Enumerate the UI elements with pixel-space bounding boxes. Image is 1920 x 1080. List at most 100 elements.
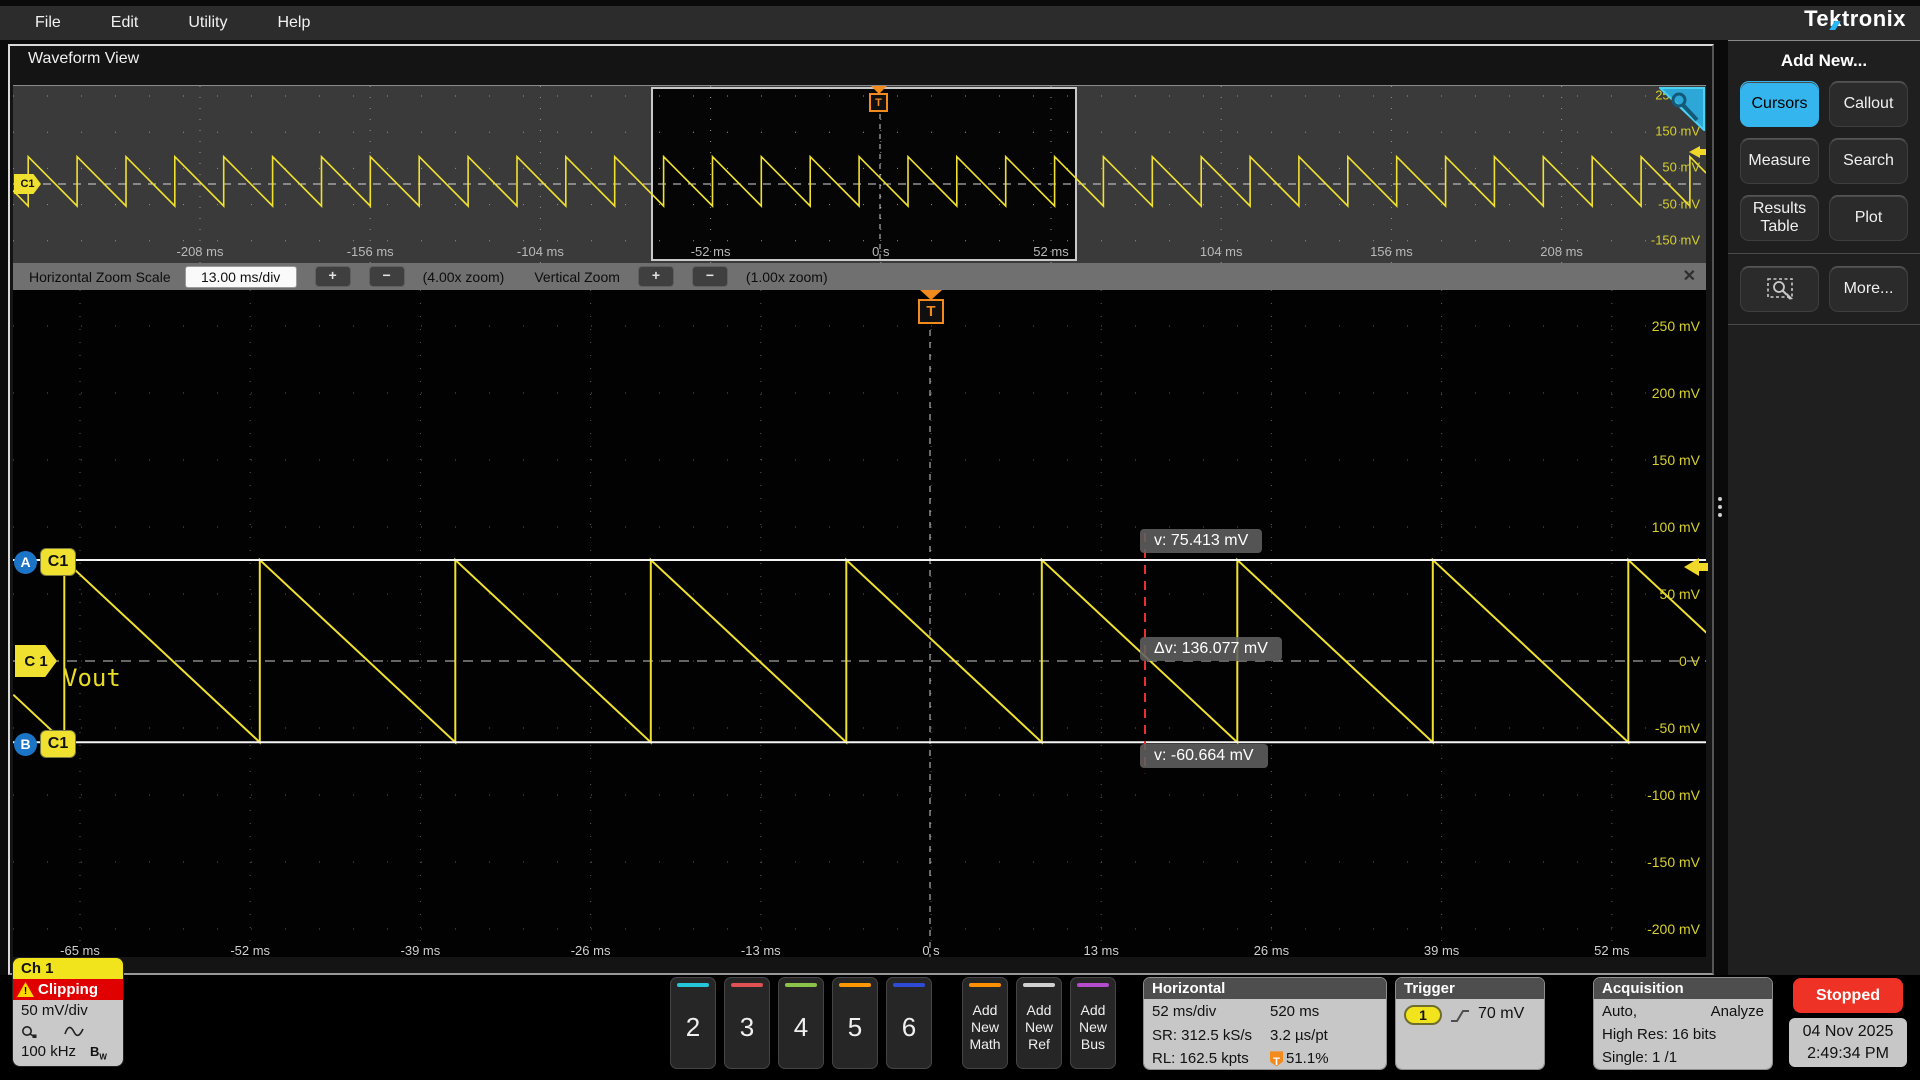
add-button-label: Add New Bus	[1078, 1002, 1107, 1052]
panel-drag-handle[interactable]	[1718, 497, 1722, 517]
channel-1-badge[interactable]: Ch 1 ! Clipping 50 mV/div 100 kHz BW	[13, 958, 123, 1066]
menu-utility[interactable]: Utility	[188, 14, 227, 32]
more-button[interactable]: More...	[1829, 266, 1908, 312]
menu-bar: File Edit Utility Help	[0, 6, 1920, 40]
v-zoom-plus-button[interactable]: +	[637, 266, 674, 287]
channel-number: 2	[685, 1012, 701, 1042]
horizontal-panel[interactable]: Horizontal 52 ms/div 520 ms SR: 312.5 kS…	[1143, 977, 1387, 1070]
main-waveform-canvas[interactable]	[13, 290, 1706, 957]
h-zoom-plus-button[interactable]: +	[314, 266, 351, 287]
window-title: Waveform View	[28, 50, 140, 67]
v-zoom-minus-button[interactable]: −	[691, 266, 728, 287]
trigger-slope-icon	[1451, 1010, 1469, 1022]
trigger-panel-title: Trigger	[1396, 978, 1544, 999]
sidebar-button-label: Search	[1843, 151, 1894, 169]
cursor-b-tag[interactable]: B C1	[14, 730, 76, 758]
cursor-a-readout[interactable]: v: 75.413 mV	[1140, 529, 1263, 553]
trigger-source-badge: 1	[1404, 1005, 1442, 1025]
logo-text: Te	[1804, 6, 1830, 31]
arrow-left-icon	[1684, 558, 1699, 576]
menu-help[interactable]: Help	[277, 14, 310, 32]
sidebar-button[interactable]: Callout	[1829, 81, 1908, 127]
sidebar-button[interactable]: Measure	[1740, 138, 1819, 184]
main-plot[interactable]	[13, 290, 1706, 957]
acquisition-panel[interactable]: Acquisition Auto, Analyze High Res: 16 b…	[1593, 977, 1773, 1070]
h-zoom-minus-button[interactable]: −	[368, 266, 405, 287]
horizontal-position: T 51.1%	[1270, 1047, 1386, 1069]
horizontal-panel-title: Horizontal	[1144, 978, 1386, 999]
add-button-label: Add New Math	[969, 1002, 1001, 1052]
sidebar-button-label: Cursors	[1751, 94, 1808, 112]
cursor-b-letter: B	[14, 732, 37, 756]
v-zoom-factor: (1.00x zoom)	[745, 268, 828, 285]
trigger-panel[interactable]: Trigger 1 70 mV	[1395, 977, 1545, 1070]
sidebar-button[interactable]: Cursors	[1740, 81, 1819, 127]
add-waveform-button[interactable]: Add New Bus	[1070, 977, 1116, 1069]
acquisition-single: Single: 1 /1	[1602, 1049, 1678, 1066]
add-waveform-button[interactable]: Add New Math	[962, 977, 1008, 1069]
sidebar-tool-row: More...	[1728, 266, 1920, 312]
h-zoom-factor: (4.00x zoom)	[422, 268, 505, 285]
acquisition-resolution: High Res: 16 bits	[1602, 1026, 1717, 1043]
overview-trigger-level-arrow[interactable]	[1689, 146, 1706, 158]
date-time-box[interactable]: 04 Nov 2025 2:49:34 PM	[1789, 1018, 1907, 1067]
acquisition-panel-title: Acquisition	[1594, 978, 1772, 999]
channel-button[interactable]: 6	[886, 977, 932, 1069]
sidebar-button-label: Callout	[1843, 94, 1894, 112]
zoom-bar-close-icon[interactable]: ✕	[1683, 266, 1696, 286]
channel-button[interactable]: 3	[724, 977, 770, 1069]
sidebar-title: Add New...	[1780, 51, 1868, 70]
horizontal-panel-body: 52 ms/div 520 ms SR: 312.5 kS/s 3.2 µs/p…	[1144, 999, 1386, 1069]
menu-file[interactable]: File	[35, 14, 61, 32]
oscilloscope-app: File Edit Utility Help Tektronix Wavefor…	[0, 0, 1920, 1080]
channel-1-bandwidth: 100 kHz	[21, 1043, 77, 1060]
zoom-select-button[interactable]	[1740, 266, 1819, 312]
menu-edit[interactable]: Edit	[111, 14, 139, 32]
overview-plot[interactable]	[13, 85, 1706, 263]
run-stop-status-button[interactable]: Stopped	[1793, 978, 1903, 1013]
cursor-a-letter: A	[14, 550, 37, 574]
channel-1-settings: 50 mV/div 100 kHz BW	[13, 1000, 123, 1066]
bandwidth-limit-icon: BW	[90, 1044, 107, 1062]
coupling-sine-icon	[64, 1026, 84, 1036]
h-zoom-scale-input[interactable]: 13.00 ms/div	[184, 265, 297, 288]
channel-button[interactable]: 4	[778, 977, 824, 1069]
logo-text: tronix	[1841, 6, 1906, 31]
probe-icon	[22, 1025, 37, 1038]
more-button-label: More...	[1843, 279, 1894, 297]
sidebar-divider	[1728, 324, 1920, 325]
cursor-a-channel: C1	[40, 548, 76, 576]
channel-number: 3	[739, 1012, 755, 1042]
trigger-t-badge: T	[918, 299, 944, 324]
logo-k-accent: k	[1829, 6, 1842, 31]
add-new-sidebar: Add New... Cursors Callout Measure Search Re…	[1728, 40, 1920, 975]
acquisition-mode: Auto,	[1602, 1003, 1638, 1020]
channel-number: 5	[847, 1012, 863, 1042]
sidebar-button[interactable]: Plot	[1829, 195, 1908, 241]
channel-button[interactable]: 2	[670, 977, 716, 1069]
v-zoom-label: Vertical Zoom	[534, 268, 620, 285]
cursor-b-channel: C1	[40, 730, 76, 758]
sidebar-button[interactable]: Results Table	[1740, 195, 1819, 241]
sample-resolution: 3.2 µs/pt	[1270, 1026, 1328, 1044]
overview-trigger-marker[interactable]: T	[869, 86, 888, 112]
overview-zoom-corner-icon[interactable]	[1657, 87, 1705, 136]
arrow-left-icon	[1689, 146, 1700, 158]
sidebar-button-grid: Cursors Callout Measure Search Results Table…	[1728, 81, 1920, 241]
main-trigger-marker[interactable]: T	[918, 290, 944, 324]
sidebar-button[interactable]: Search	[1829, 138, 1908, 184]
time-label: 2:49:34 PM	[1807, 1044, 1889, 1062]
cursor-a-tag[interactable]: A C1	[14, 548, 76, 576]
channel-button[interactable]: 5	[832, 977, 878, 1069]
sidebar-button-label: Results Table	[1752, 199, 1807, 235]
cursor-delta-readout[interactable]: Δv: 136.077 mV	[1140, 637, 1282, 661]
main-trigger-level-arrow[interactable]	[1684, 558, 1708, 576]
add-button-label: Add New Ref	[1024, 1002, 1053, 1052]
cursor-b-readout[interactable]: v: -60.664 mV	[1140, 744, 1268, 768]
sidebar-button-label: Plot	[1854, 208, 1883, 226]
overview-waveform-canvas[interactable]	[13, 86, 1706, 263]
add-waveform-button[interactable]: Add New Ref	[1016, 977, 1062, 1069]
acquisition-panel-body: Auto, Analyze High Res: 16 bits Single: …	[1594, 999, 1772, 1069]
sample-rate: SR: 312.5 kS/s	[1152, 1026, 1253, 1044]
h-zoom-scale-label: Horizontal Zoom Scale	[29, 268, 171, 285]
